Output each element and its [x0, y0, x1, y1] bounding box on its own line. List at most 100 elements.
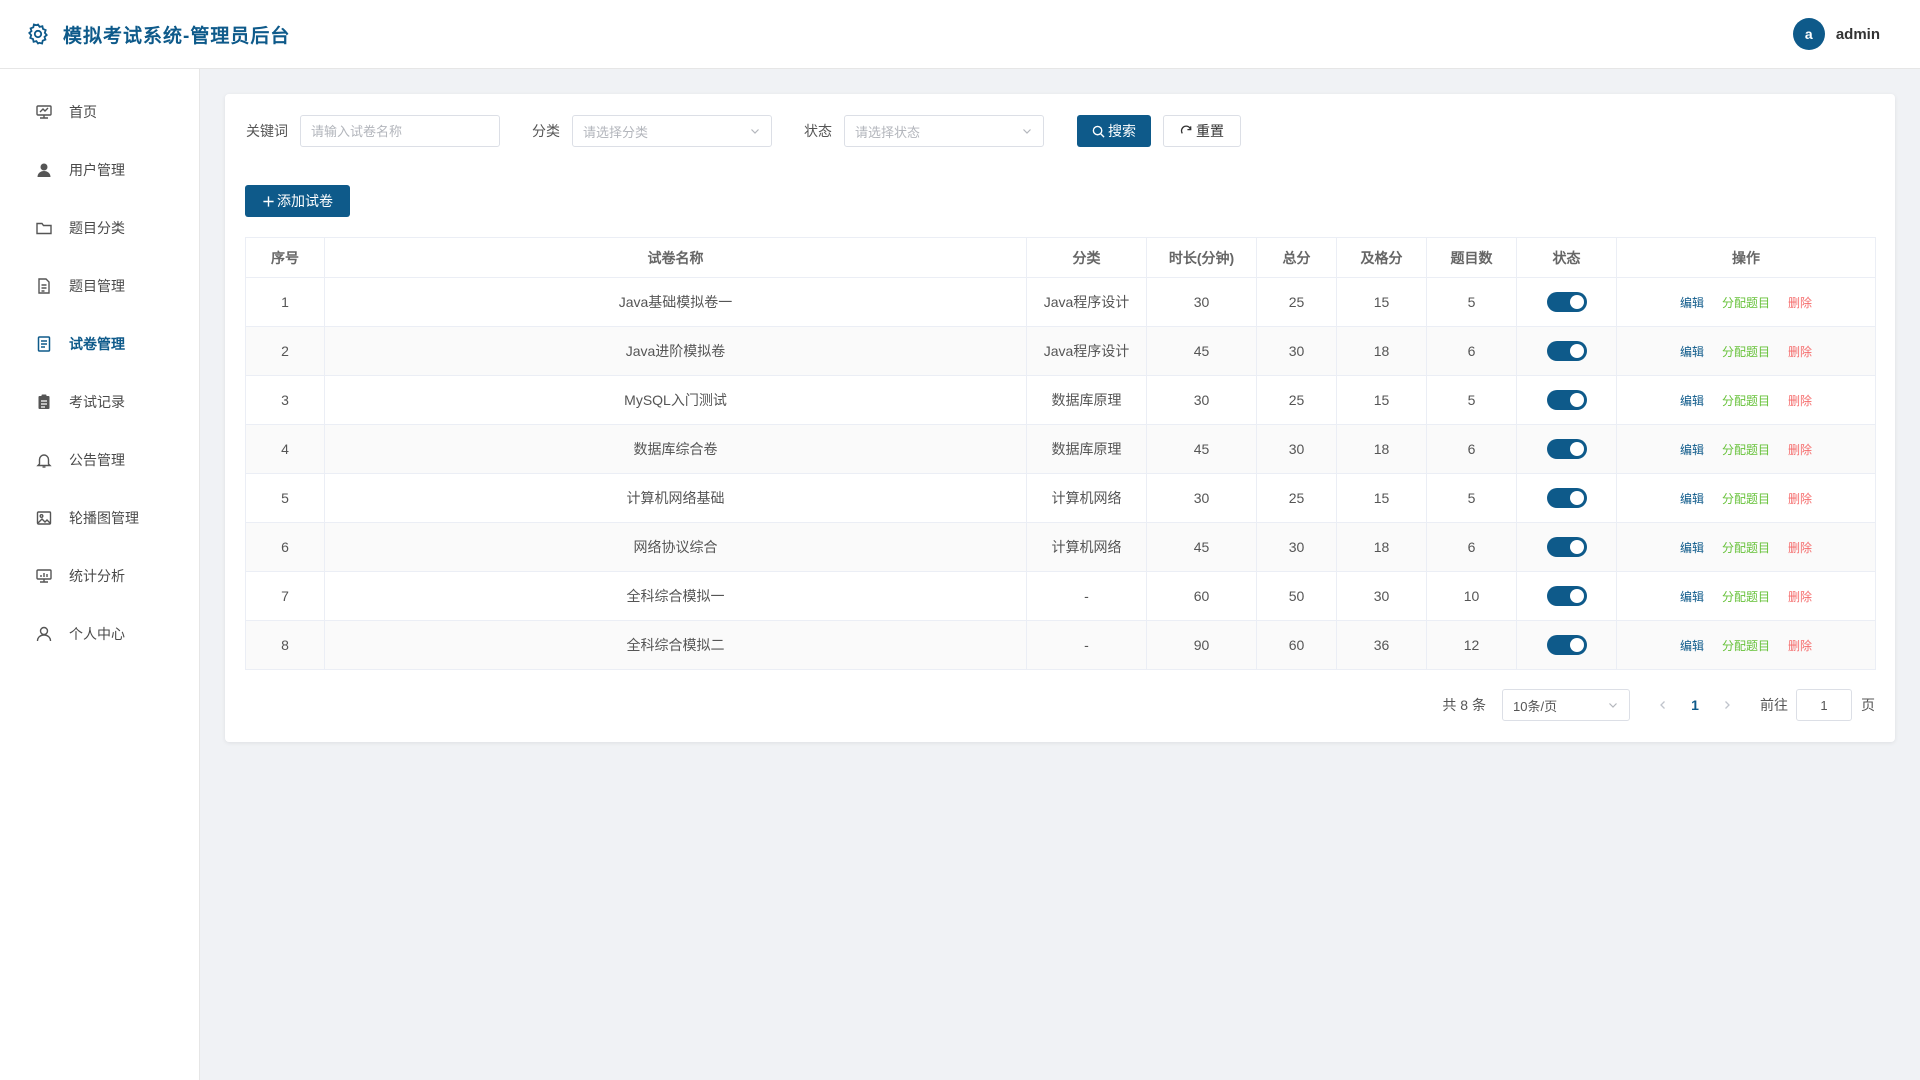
sidebar-item-users[interactable]: 用户管理 — [0, 141, 199, 199]
sidebar-item-exam-records[interactable]: 考试记录 — [0, 373, 199, 431]
delete-link[interactable]: 删除 — [1788, 345, 1812, 359]
cell-total: 25 — [1256, 473, 1337, 523]
chart-icon — [36, 569, 52, 583]
sidebar-item-question-category[interactable]: 题目分类 — [0, 199, 199, 257]
cell-duration: 90 — [1146, 620, 1257, 670]
edit-link[interactable]: 编辑 — [1680, 541, 1704, 555]
next-page-button[interactable] — [1716, 697, 1738, 713]
page-unit-label: 页 — [1861, 697, 1875, 713]
cell-count: 6 — [1426, 326, 1517, 376]
sidebar-item-home[interactable]: 首页 — [0, 83, 199, 141]
search-icon — [1092, 125, 1105, 138]
cell-pass: 15 — [1336, 277, 1427, 327]
page-size-value: 10条/页 — [1513, 698, 1558, 714]
chevron-down-icon — [751, 129, 759, 134]
edit-link[interactable]: 编辑 — [1680, 492, 1704, 506]
cell-pass: 18 — [1336, 424, 1427, 474]
header-name: 试卷名称 — [324, 237, 1027, 278]
table-row: 5 计算机网络基础 计算机网络 30 25 15 5 编辑 分配题目 删除 — [245, 473, 1876, 523]
delete-link[interactable]: 删除 — [1788, 394, 1812, 408]
status-toggle[interactable] — [1546, 439, 1587, 459]
status-toggle[interactable] — [1546, 586, 1587, 606]
assign-questions-link[interactable]: 分配题目 — [1722, 296, 1770, 310]
folder-icon — [36, 222, 52, 235]
table-row: 1 Java基础模拟卷一 Java程序设计 30 25 15 5 编辑 分配题目 删除 — [245, 277, 1876, 327]
edit-link[interactable]: 编辑 — [1680, 345, 1704, 359]
cell-actions: 编辑 分配题目 删除 — [1616, 522, 1876, 572]
assign-questions-link[interactable]: 分配题目 — [1722, 639, 1770, 653]
delete-link[interactable]: 删除 — [1788, 296, 1812, 310]
page-size-select[interactable]: 10条/页 — [1502, 689, 1630, 721]
edit-link[interactable]: 编辑 — [1680, 443, 1704, 457]
paper-table: 序号 试卷名称 分类 时长(分钟) 总分 及格分 题目数 状态 操作 1 Java… — [245, 237, 1876, 670]
cell-name: 计算机网络基础 — [324, 473, 1027, 523]
sidebar-item-label: 首页 — [69, 104, 97, 120]
cell-actions: 编辑 分配题目 删除 — [1616, 571, 1876, 621]
status-toggle[interactable] — [1546, 635, 1587, 655]
cell-count: 6 — [1426, 522, 1517, 572]
assign-questions-link[interactable]: 分配题目 — [1722, 345, 1770, 359]
delete-link[interactable]: 删除 — [1788, 443, 1812, 457]
assign-questions-link[interactable]: 分配题目 — [1722, 394, 1770, 408]
delete-link[interactable]: 删除 — [1788, 639, 1812, 653]
assign-questions-link[interactable]: 分配题目 — [1722, 443, 1770, 457]
sidebar-item-papers[interactable]: 试卷管理 — [0, 315, 199, 373]
avatar[interactable]: a — [1792, 18, 1825, 50]
delete-link[interactable]: 删除 — [1788, 590, 1812, 604]
assign-questions-link[interactable]: 分配题目 — [1722, 590, 1770, 604]
status-select[interactable]: 请选择状态 — [844, 115, 1044, 147]
assign-questions-link[interactable]: 分配题目 — [1722, 541, 1770, 555]
status-toggle[interactable] — [1546, 341, 1587, 361]
username[interactable]: admin — [1836, 26, 1880, 43]
cell-name: 网络协议综合 — [324, 522, 1027, 572]
edit-link[interactable]: 编辑 — [1680, 394, 1704, 408]
cell-status — [1516, 375, 1617, 425]
goto-page-input[interactable] — [1796, 689, 1852, 721]
reset-button[interactable]: 重置 — [1163, 115, 1241, 147]
cell-duration: 45 — [1146, 326, 1257, 376]
cell-name: Java基础模拟卷一 — [324, 277, 1027, 327]
edit-link[interactable]: 编辑 — [1680, 639, 1704, 653]
add-paper-button[interactable]: 添加试卷 — [245, 185, 350, 217]
cell-status — [1516, 424, 1617, 474]
table-row: 7 全科综合模拟一 -60 50 30 10 编辑 分配题目 删除 — [245, 571, 1876, 621]
header-total: 总分 — [1256, 237, 1337, 278]
delete-link[interactable]: 删除 — [1788, 492, 1812, 506]
cell-name: Java进阶模拟卷 — [324, 326, 1027, 376]
sidebar-item-carousel[interactable]: 轮播图管理 — [0, 489, 199, 547]
cell-status — [1516, 326, 1617, 376]
cell-actions: 编辑 分配题目 删除 — [1616, 620, 1876, 670]
header-category: 分类 — [1026, 237, 1147, 278]
cell-duration: 30 — [1146, 473, 1257, 523]
delete-link[interactable]: 删除 — [1788, 541, 1812, 555]
cell-actions: 编辑 分配题目 删除 — [1616, 277, 1876, 327]
chevron-right-icon — [1725, 701, 1730, 709]
keyword-input[interactable] — [300, 115, 500, 147]
search-button[interactable]: 搜索 — [1077, 115, 1151, 147]
status-toggle[interactable] — [1546, 292, 1587, 312]
sidebar-item-questions[interactable]: 题目管理 — [0, 257, 199, 315]
assign-questions-link[interactable]: 分配题目 — [1722, 492, 1770, 506]
sidebar-item-label: 个人中心 — [69, 626, 125, 642]
edit-link[interactable]: 编辑 — [1680, 296, 1704, 310]
category-select[interactable]: 请选择分类 — [572, 115, 772, 147]
cell-index: 1 — [245, 277, 325, 327]
page-number-current[interactable]: 1 — [1680, 697, 1710, 713]
status-toggle[interactable] — [1546, 390, 1587, 410]
prev-page-button[interactable] — [1652, 697, 1674, 713]
sidebar-item-label: 公告管理 — [69, 452, 125, 468]
cell-name: 数据库综合卷 — [324, 424, 1027, 474]
add-paper-label: 添加试卷 — [277, 193, 333, 209]
cell-duration: 45 — [1146, 424, 1257, 474]
cell-name: 全科综合模拟二 — [324, 620, 1027, 670]
status-toggle[interactable] — [1546, 488, 1587, 508]
user-menu[interactable]: a admin — [1792, 18, 1880, 50]
sidebar-item-profile[interactable]: 个人中心 — [0, 605, 199, 663]
cell-actions: 编辑 分配题目 删除 — [1616, 424, 1876, 474]
status-toggle[interactable] — [1546, 537, 1587, 557]
edit-link[interactable]: 编辑 — [1680, 590, 1704, 604]
cell-status — [1516, 571, 1617, 621]
sidebar-item-statistics[interactable]: 统计分析 — [0, 547, 199, 605]
top-header: 模拟考试系统-管理员后台 a admin — [0, 0, 1920, 69]
sidebar-item-announcements[interactable]: 公告管理 — [0, 431, 199, 489]
